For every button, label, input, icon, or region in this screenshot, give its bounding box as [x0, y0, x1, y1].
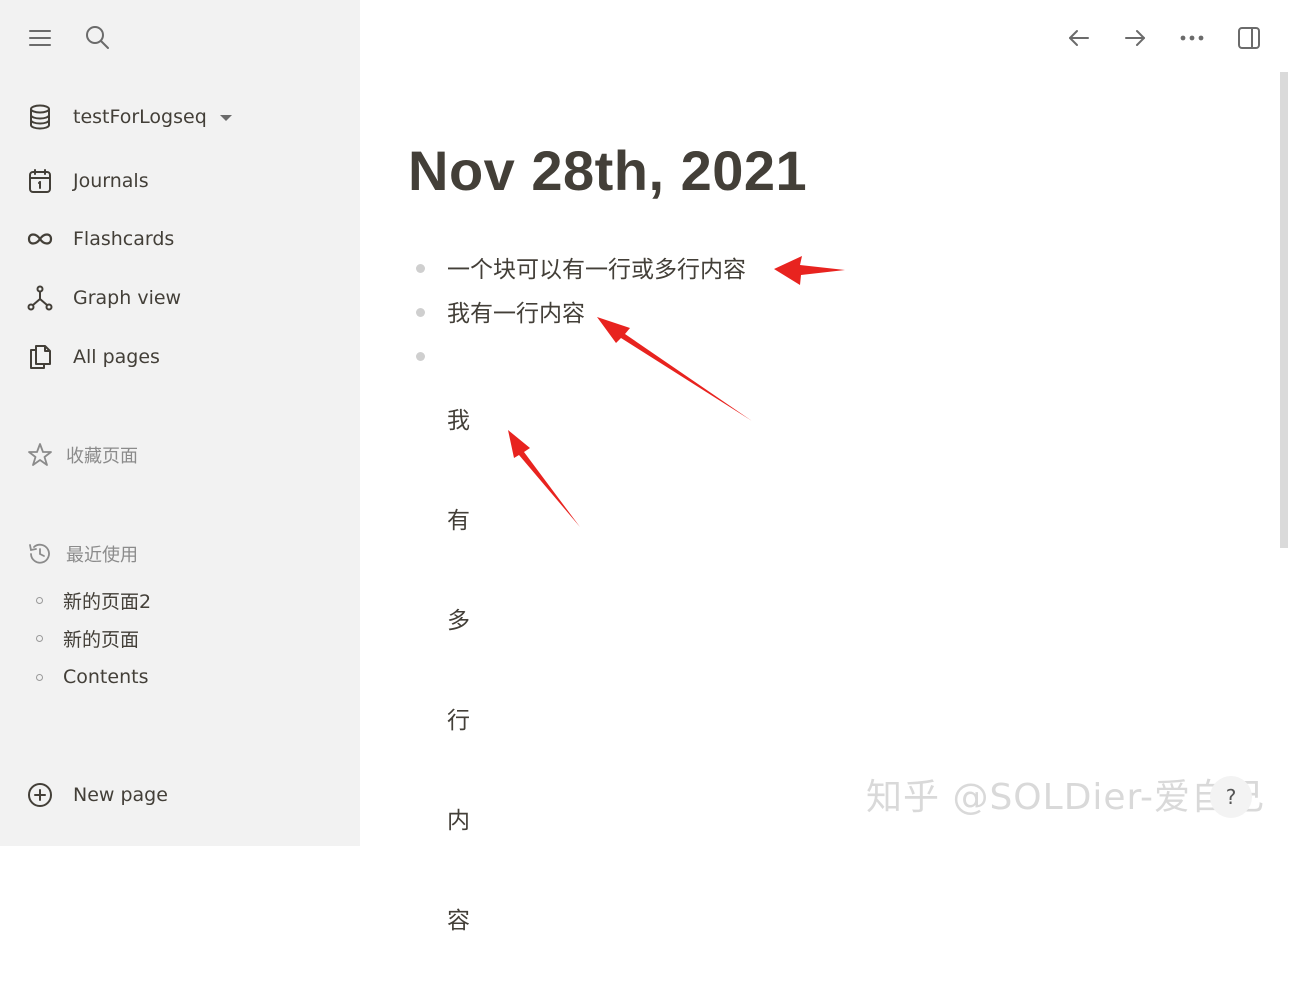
calendar-icon — [26, 167, 54, 195]
block[interactable]: 我有一行内容 — [416, 298, 585, 330]
block[interactable]: 我 有 多 行 内 容 — [416, 339, 491, 1003]
page-title[interactable]: Nov 28th, 2021 — [408, 138, 807, 203]
sidebar-item-label: Graph view — [73, 287, 182, 309]
bullet-icon — [36, 673, 43, 681]
block-content[interactable]: 我有一行内容 — [447, 298, 585, 330]
scrollbar-thumb[interactable] — [1280, 72, 1288, 548]
main-content: Nov 28th, 2021 一个块可以有一行或多行内容 我有一行内容 我 有 … — [360, 0, 1289, 934]
favorites-section-header[interactable]: 收藏页面 — [26, 441, 138, 469]
recent-item[interactable]: Contents — [36, 663, 148, 691]
block-line: 我 — [447, 408, 470, 434]
graph-name: testForLogseq — [73, 106, 207, 128]
graph-switcher[interactable]: testForLogseq — [26, 102, 232, 132]
block-bullet[interactable] — [416, 308, 425, 317]
plus-circle-icon — [26, 781, 54, 809]
block-content[interactable]: 我 有 多 行 内 容 — [447, 339, 491, 1003]
sidebar-item-journals[interactable]: Journals — [26, 166, 149, 196]
new-page-button[interactable]: New page — [26, 780, 168, 810]
left-sidebar: testForLogseq Journals Flashcards Graph … — [0, 0, 360, 846]
bullet-icon — [36, 596, 43, 604]
sidebar-item-flashcards[interactable]: Flashcards — [26, 224, 174, 254]
block-bullet[interactable] — [416, 264, 425, 273]
graph-icon — [26, 284, 54, 312]
new-page-label: New page — [73, 784, 168, 806]
menu-icon[interactable] — [26, 24, 54, 52]
forward-arrow-icon[interactable] — [1121, 24, 1149, 52]
sidebar-item-label: Flashcards — [73, 228, 175, 250]
star-icon — [26, 441, 54, 469]
favorites-label: 收藏页面 — [66, 446, 138, 467]
infinity-icon — [26, 225, 54, 253]
block-line: 内 — [447, 808, 470, 834]
recent-item-label: Contents — [63, 666, 149, 688]
block-line: 有 — [447, 508, 470, 534]
history-icon — [26, 540, 54, 568]
sidebar-item-label: Journals — [73, 170, 149, 192]
right-sidebar-icon[interactable] — [1235, 24, 1263, 52]
watermark: 知乎 @SOLDier-爱自己 — [866, 777, 1266, 818]
recent-label: 最近使用 — [66, 545, 138, 566]
recent-item-label: 新的页面2 — [63, 590, 152, 613]
sidebar-item-graph-view[interactable]: Graph view — [26, 283, 181, 313]
pages-icon — [26, 343, 54, 371]
sidebar-item-all-pages[interactable]: All pages — [26, 342, 160, 372]
more-icon[interactable] — [1178, 24, 1206, 52]
recent-section-header[interactable]: 最近使用 — [26, 540, 138, 568]
help-button[interactable]: ? — [1210, 776, 1252, 818]
block-line: 容 — [447, 908, 470, 934]
back-arrow-icon[interactable] — [1065, 24, 1093, 52]
block-content[interactable]: 一个块可以有一行或多行内容 — [447, 254, 746, 286]
block[interactable]: 一个块可以有一行或多行内容 — [416, 254, 746, 286]
block-bullet[interactable] — [416, 352, 425, 361]
database-icon — [26, 103, 54, 131]
chevron-down-icon[interactable] — [219, 115, 232, 121]
block-line: 多 — [447, 608, 470, 634]
recent-item-label: 新的页面 — [63, 628, 140, 651]
recent-item[interactable]: 新的页面 — [36, 624, 139, 652]
recent-item[interactable]: 新的页面2 — [36, 586, 151, 614]
search-icon[interactable] — [82, 22, 112, 52]
bullet-icon — [36, 634, 43, 642]
sidebar-item-label: All pages — [73, 346, 160, 368]
block-line: 行 — [447, 708, 470, 734]
